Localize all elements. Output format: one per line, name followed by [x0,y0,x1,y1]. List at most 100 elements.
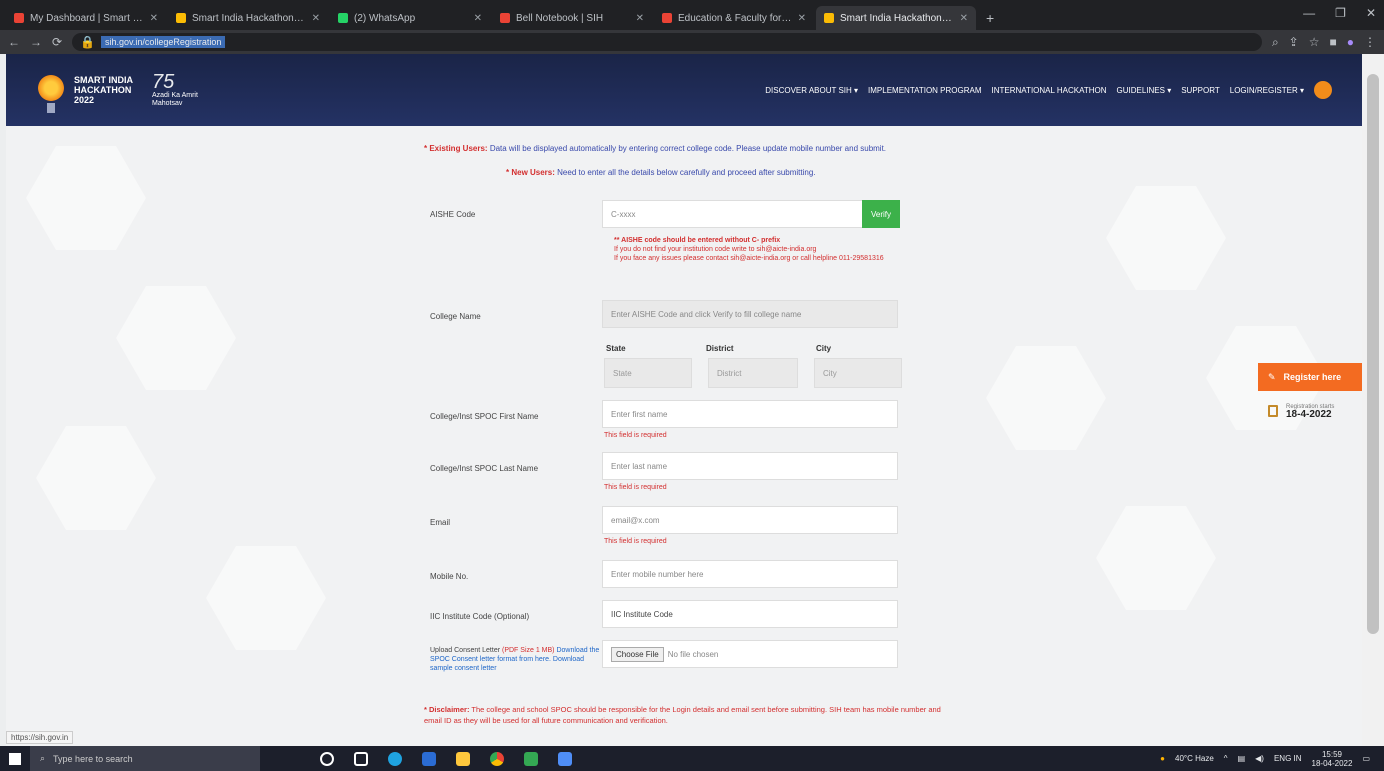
browser-tab[interactable]: Smart India Hackathon 2022 ✕ [168,6,328,30]
omnibox[interactable]: 🔒 sih.gov.in/collegeRegistration [72,33,1262,51]
taskbar-search[interactable]: ⌕ Type here to search [30,746,260,771]
app-icon[interactable] [524,751,538,766]
cortana-icon[interactable] [320,751,334,766]
mobile-input[interactable]: Enter mobile number here [602,560,898,588]
share-icon[interactable]: ⇪ [1289,35,1299,50]
tab-label: Smart India Hackathon 2022 [192,12,306,24]
status-url: https://sih.gov.in [6,731,74,744]
tab-strip: My Dashboard | Smart India Hac✕ Smart Ind… [6,6,978,30]
nav-international[interactable]: INTERNATIONAL HACKATHON [992,86,1107,95]
windows-start-icon[interactable] [0,746,30,771]
state-label: State [606,344,626,353]
reload-icon[interactable]: ⟳ [52,35,62,49]
brand-name: SMART INDIA HACKATHON 2022 [74,75,133,105]
network-icon[interactable]: ▤ [1238,754,1246,763]
scrollbar-thumb[interactable] [1367,74,1379,634]
extensions-icon[interactable]: ■ [1330,35,1337,50]
main-nav: DISCOVER ABOUT SIH ▾ IMPLEMENTATION PROG… [765,81,1332,99]
store-icon[interactable] [422,751,436,766]
minimize-icon[interactable]: — [1303,6,1315,20]
tab-close-icon[interactable]: ✕ [312,13,320,24]
tab-close-icon[interactable]: ✕ [798,13,806,24]
chrome-icon[interactable] [490,751,504,766]
choose-file-button[interactable]: Choose File [611,646,664,662]
spoc-last-name-input[interactable]: Enter last name [602,452,898,480]
search-icon[interactable]: ⌕ [1272,35,1279,50]
chevron-up-icon[interactable]: ^ [1224,754,1228,763]
language-indicator[interactable]: ENG IN [1274,754,1302,763]
nav-implementation[interactable]: IMPLEMENTATION PROGRAM [868,86,982,95]
background-hexagon [1096,506,1216,610]
url-text[interactable]: sih.gov.in/collegeRegistration [101,36,226,48]
browser-tab[interactable]: Smart India Hackathon 2022 ✕ [816,6,976,30]
register-here-button[interactable]: ✎ Register here [1258,363,1362,391]
new-users-note: * New Users: Need to enter all the detai… [506,168,816,177]
window-controls: — ❐ ✕ [1303,6,1376,20]
favicon-icon [338,13,348,23]
browser-tab[interactable]: Bell Notebook | SIH ✕ [492,6,652,30]
registration-page: * Existing Users: Data will be displayed… [6,126,1362,746]
notification-icon[interactable]: ▭ [1362,754,1370,763]
favicon-icon [176,13,186,23]
college-name-field: Enter AISHE Code and click Verify to fil… [602,300,898,328]
upload-consent-label: Upload Consent Letter (PDF Size 1 MB) Do… [430,647,600,672]
registration-date: Registration starts 18-4-2022 [1268,396,1362,426]
tab-label: (2) WhatsApp [354,12,416,24]
close-icon[interactable]: ✕ [1366,6,1376,20]
iic-code-input[interactable]: IIC Institute Code [602,600,898,628]
sih-logo-icon[interactable] [36,67,66,113]
page-scrollbar[interactable] [1362,54,1384,746]
task-view-icon[interactable] [354,751,368,766]
profile-icon[interactable]: ● [1347,35,1354,50]
tab-label: Education & Faculty for Stude [678,12,792,24]
menu-icon[interactable]: ⋮ [1364,35,1376,50]
college-name-label: College Name [430,312,481,321]
consent-file-input[interactable]: Choose File No file chosen [602,640,898,668]
email-label: Email [430,518,451,527]
maximize-icon[interactable]: ❐ [1335,6,1346,20]
weather-text[interactable]: 40°C Haze [1175,754,1214,763]
browser-tab[interactable]: My Dashboard | Smart India Hac ✕ [6,6,166,30]
new-tab-button[interactable]: + [978,10,1002,30]
background-hexagon [116,286,236,390]
azadi-logo: 75 Azadi Ka Amrit Mahotsav [152,71,198,107]
background-hexagon [1106,186,1226,290]
spoc-first-name-label: College/Inst SPOC First Name [430,412,539,421]
clock[interactable]: 15:59 18-04-2022 [1312,750,1353,768]
nav-discover[interactable]: DISCOVER ABOUT SIH ▾ [765,86,858,95]
back-icon[interactable]: ← [8,35,20,49]
app-icon[interactable] [558,751,572,766]
weather-icon[interactable]: ● [1160,754,1165,763]
verify-button[interactable]: Verify [862,200,900,228]
tab-close-icon[interactable]: ✕ [474,13,482,24]
nav-support[interactable]: SUPPORT [1181,86,1220,95]
aishe-code-label: AISHE Code [430,210,476,219]
tab-close-icon[interactable]: ✕ [150,13,158,24]
spoc-first-name-input[interactable]: Enter first name [602,400,898,428]
tab-label: Bell Notebook | SIH [516,12,604,24]
browser-tab[interactable]: Education & Faculty for Stude ✕ [654,6,814,30]
aishe-error: ** AISHE code should be entered without … [614,237,884,262]
volume-icon[interactable]: ◀) [1255,754,1264,763]
email-error: This field is required [604,538,667,545]
nav-guidelines[interactable]: GUIDELINES ▾ [1117,86,1172,95]
spoc-first-name-error: This field is required [604,432,667,439]
star-icon[interactable]: ☆ [1309,35,1320,50]
browser-tab[interactable]: (2) WhatsApp ✕ [330,6,490,30]
search-icon: ⌕ [40,753,46,763]
file-explorer-icon[interactable] [456,751,470,766]
district-label: District [706,344,734,353]
background-hexagon [26,146,146,250]
system-tray: ● 40°C Haze ^ ▤ ◀) ENG IN 15:59 18-04-20… [1160,750,1384,768]
mobile-label: Mobile No. [430,572,469,581]
edge-icon[interactable] [388,751,402,766]
email-field[interactable]: email@x.com [602,506,898,534]
nav-login-register[interactable]: LOGIN/REGISTER ▾ [1230,86,1304,95]
avatar[interactable] [1314,81,1332,99]
aishe-code-input[interactable]: C-xxxx [602,200,864,228]
tab-close-icon[interactable]: ✕ [960,13,968,24]
forward-icon[interactable]: → [30,35,42,49]
favicon-icon [662,13,672,23]
tab-close-icon[interactable]: ✕ [636,13,644,24]
city-label: City [816,344,832,353]
